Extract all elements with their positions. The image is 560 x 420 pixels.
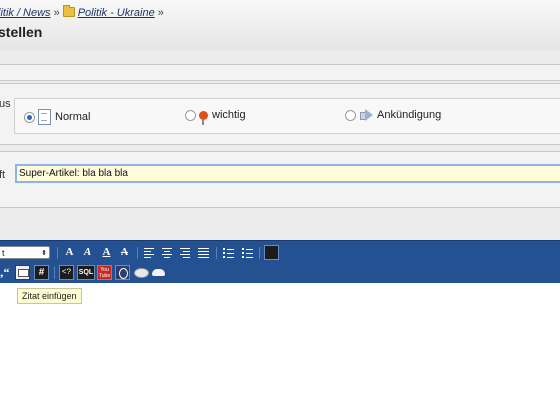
status-option-normal[interactable]: Normal (24, 109, 90, 125)
radio-wichtig[interactable] (185, 109, 196, 121)
page-title: stellen (0, 24, 43, 40)
folder-icon (62, 5, 75, 17)
toolbar-separator (137, 247, 138, 259)
font-select-value: t (2, 248, 5, 258)
insert-quote-button[interactable] (15, 265, 30, 280)
quote-marks-button[interactable]: „“ (0, 265, 11, 280)
radio-normal[interactable] (24, 111, 35, 123)
announcement-icon (359, 109, 373, 122)
document-icon (38, 109, 51, 125)
toolbar-separator (54, 267, 55, 279)
globe-button[interactable] (115, 265, 130, 280)
status-row-label: us (0, 98, 11, 110)
smiley-icon (134, 268, 149, 278)
status-options-box: Normal wichtig Ankündigung (14, 98, 560, 134)
toolbar-separator (216, 247, 217, 259)
hash-button[interactable]: # (34, 265, 49, 280)
status-option-ankuendigung-label: Ankündigung (377, 109, 442, 121)
align-center-button[interactable] (160, 245, 175, 260)
sql-button[interactable]: SQL (77, 265, 95, 280)
globe-icon (119, 268, 128, 279)
status-option-wichtig[interactable]: wichtig (185, 109, 246, 125)
bullet-list-button[interactable] (221, 245, 236, 260)
strikethrough-button[interactable]: A (117, 245, 132, 260)
subject-input[interactable] (15, 164, 560, 183)
radio-ankuendigung[interactable] (345, 109, 356, 121)
cloud-icon (152, 269, 165, 276)
form-row-status: us Normal wichtig Ankündigung (0, 83, 560, 145)
breadcrumb-separator: » (53, 7, 60, 19)
underline-button[interactable]: A (99, 245, 114, 260)
select-arrows-icon: ⬍ (41, 250, 47, 257)
youtube-button[interactable]: You Tube (97, 265, 112, 280)
form-row-subject: ft (0, 151, 560, 208)
toolbar-separator (57, 247, 58, 259)
subject-row-label: ft (0, 169, 6, 181)
editor-toolbar: t⬍ A A A A „“ # <? SQL You Tube (0, 240, 560, 283)
font-select[interactable]: t ⬍ (0, 246, 50, 259)
speech-bubble-icon (18, 269, 29, 277)
tooltip: Zitat einfügen (17, 288, 82, 304)
bold-button[interactable]: A (62, 245, 77, 260)
italic-button[interactable]: A (80, 245, 95, 260)
spoiler-button[interactable] (151, 265, 166, 280)
pin-icon (199, 110, 208, 125)
status-option-ankuendigung[interactable]: Ankündigung (345, 109, 442, 122)
align-right-button[interactable] (178, 245, 193, 260)
code-button[interactable]: <? (59, 265, 74, 280)
header-bar: litik / News» Politik - Ukraine» stellen (0, 0, 560, 50)
align-left-button[interactable] (142, 245, 157, 260)
breadcrumb: litik / News» Politik - Ukraine» (0, 5, 167, 19)
editor-text-area[interactable] (0, 283, 560, 420)
smiley-button[interactable] (133, 265, 149, 280)
color-picker-button[interactable] (264, 245, 279, 260)
toolbar-separator (259, 247, 260, 259)
breadcrumb-separator-trailing: » (157, 7, 164, 19)
numbered-list-button[interactable] (240, 245, 255, 260)
status-option-wichtig-label: wichtig (212, 109, 246, 121)
breadcrumb-link-current[interactable]: Politik - Ukraine (78, 7, 155, 19)
form-row-empty (0, 64, 560, 81)
align-justify-button[interactable] (196, 245, 211, 260)
breadcrumb-link-parent[interactable]: litik / News (0, 7, 51, 19)
status-option-normal-label: Normal (55, 110, 91, 123)
